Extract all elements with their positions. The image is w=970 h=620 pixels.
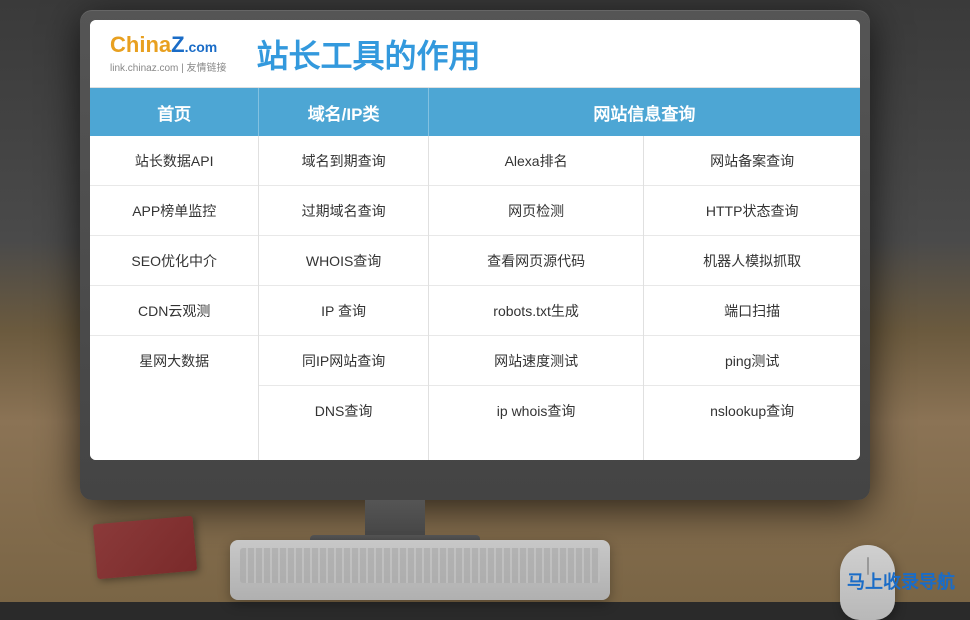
list-item[interactable]: DNS查询 (259, 386, 427, 436)
col-domain: 域名到期查询 过期域名查询 WHOIS查询 IP 查询 同IP网站查询 DNS查… (259, 136, 428, 460)
logo-dotcom: .com (185, 39, 218, 55)
list-item[interactable]: 同IP网站查询 (259, 336, 427, 386)
monitor: ChinaZ.com link.chinaz.com | 友情链接 站长工具的作… (80, 10, 870, 500)
list-item[interactable]: Alexa排名 (429, 136, 644, 186)
monitor-bezel: ChinaZ.com link.chinaz.com | 友情链接 站长工具的作… (90, 20, 860, 460)
list-item[interactable]: IP 查询 (259, 286, 427, 336)
monitor-neck (365, 500, 425, 540)
col-home: 站长数据API APP榜单监控 SEO优化中介 CDN云观测 星网大数据 (90, 136, 259, 460)
keyboard (230, 540, 610, 600)
list-item[interactable]: 星网大数据 (90, 336, 258, 386)
list-item[interactable]: 过期域名查询 (259, 186, 427, 236)
col-info: Alexa排名 网页检测 查看网页源代码 robots.txt生成 网站速度测试… (429, 136, 860, 460)
list-item[interactable]: 域名到期查询 (259, 136, 427, 186)
logo-sub: link.chinaz.com | 友情链接 (110, 59, 227, 74)
list-item[interactable]: SEO优化中介 (90, 236, 258, 286)
header-title: 站长工具的作用 (257, 31, 481, 77)
col-info-right: 网站备案查询 HTTP状态查询 机器人模拟抓取 端口扫描 ping测试 nslo… (644, 136, 860, 460)
screen-content: ChinaZ.com link.chinaz.com | 友情链接 站长工具的作… (90, 20, 860, 460)
list-item[interactable]: 站长数据API (90, 136, 258, 186)
logo-z: Z (171, 32, 184, 57)
list-item[interactable]: CDN云观测 (90, 286, 258, 336)
notebook (93, 516, 197, 580)
logo-main: ChinaZ.com (110, 34, 227, 56)
column-headers: 首页 域名/IP类 网站信息查询 (90, 88, 860, 136)
header-bar: ChinaZ.com link.chinaz.com | 友情链接 站长工具的作… (90, 20, 860, 88)
list-item[interactable]: nslookup查询 (644, 386, 860, 436)
list-item[interactable]: ip whois查询 (429, 386, 644, 436)
content-area: 站长数据API APP榜单监控 SEO优化中介 CDN云观测 星网大数据 域名到… (90, 136, 860, 460)
list-item[interactable]: 网页检测 (429, 186, 644, 236)
list-item[interactable]: HTTP状态查询 (644, 186, 860, 236)
list-item[interactable]: 网站速度测试 (429, 336, 644, 386)
list-item[interactable]: robots.txt生成 (429, 286, 644, 336)
list-item[interactable]: APP榜单监控 (90, 186, 258, 236)
list-item[interactable]: ping测试 (644, 336, 860, 386)
col-info-left: Alexa排名 网页检测 查看网页源代码 robots.txt生成 网站速度测试… (429, 136, 645, 460)
col-header-home: 首页 (90, 88, 259, 136)
col-header-domain: 域名/IP类 (259, 88, 428, 136)
list-item[interactable]: WHOIS查询 (259, 236, 427, 286)
col-header-info: 网站信息查询 (429, 88, 860, 136)
list-item[interactable]: 查看网页源代码 (429, 236, 644, 286)
watermark: 马上收录导航 (847, 568, 955, 594)
logo-area: ChinaZ.com link.chinaz.com | 友情链接 (110, 34, 227, 74)
logo-china: China (110, 32, 171, 57)
list-item[interactable]: 机器人模拟抓取 (644, 236, 860, 286)
list-item[interactable]: 网站备案查询 (644, 136, 860, 186)
list-item[interactable]: 端口扫描 (644, 286, 860, 336)
